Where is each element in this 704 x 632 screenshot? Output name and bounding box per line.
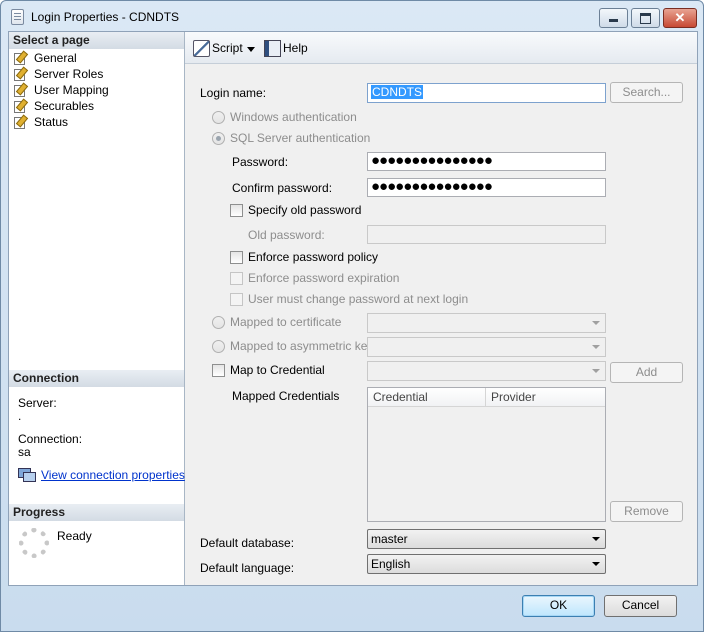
server-value: . <box>18 409 22 423</box>
window-title: Login Properties - CDNDTS <box>31 10 180 24</box>
server-label: Server: <box>18 396 57 410</box>
page-icon <box>13 98 29 113</box>
default-language-dropdown[interactable]: English <box>367 554 606 574</box>
select-page-header: Select a page <box>9 32 184 49</box>
chevron-down-icon <box>592 345 600 349</box>
progress-spinner-icon <box>19 528 49 558</box>
toolbar: Script Help <box>185 32 697 64</box>
windows-auth-radio[interactable] <box>212 111 225 124</box>
mapped-credentials-table[interactable]: Credential Provider <box>367 387 606 522</box>
connection-label: Connection: <box>18 432 83 446</box>
search-button[interactable]: Search... <box>610 82 683 103</box>
table-header: Credential Provider <box>368 388 605 407</box>
mapped-to-asym-key-label: Mapped to asymmetric key <box>230 339 374 353</box>
old-password-input[interactable] <box>367 225 606 244</box>
page-icon <box>13 50 29 65</box>
chevron-down-icon <box>592 321 600 325</box>
database-icon <box>11 9 24 25</box>
ok-button[interactable]: OK <box>522 595 595 617</box>
chevron-down-icon <box>592 537 600 541</box>
credential-dropdown[interactable] <box>367 361 606 381</box>
must-change-label: User must change password at next login <box>248 292 469 306</box>
login-properties-window: Login Properties - CDNDTS ✕ Select a pag… <box>0 0 704 632</box>
sql-auth-radio[interactable] <box>212 132 225 145</box>
enforce-policy-label: Enforce password policy <box>248 250 379 264</box>
script-icon <box>193 40 210 57</box>
minimize-button[interactable] <box>599 8 628 28</box>
page-icon <box>13 66 29 81</box>
password-input[interactable]: ●●●●●●●●●●●●●●● <box>367 152 606 171</box>
close-icon: ✕ <box>674 10 686 25</box>
map-to-credential-label: Map to Credential <box>230 363 325 377</box>
default-database-value: master <box>371 532 408 546</box>
login-name-value: CDNDTS <box>371 85 423 99</box>
general-page: Script Help Login name: CDNDTS Search...… <box>185 32 697 585</box>
enforce-policy-checkbox[interactable] <box>230 251 243 264</box>
view-connection-properties-link[interactable]: View connection properties <box>41 468 185 482</box>
page-item-label: Status <box>34 115 69 129</box>
mapped-credentials-label: Mapped Credentials <box>232 389 340 403</box>
certificate-dropdown[interactable] <box>367 313 606 333</box>
dialog-footer: OK Cancel <box>1 585 703 631</box>
column-header-credential[interactable]: Credential <box>368 388 486 406</box>
page-item-label: General <box>34 50 77 66</box>
remove-credential-button[interactable]: Remove <box>610 501 683 522</box>
login-name-label: Login name: <box>200 86 267 100</box>
mapped-to-certificate-label: Mapped to certificate <box>230 315 342 329</box>
help-icon <box>264 40 281 57</box>
chevron-down-icon <box>592 369 600 373</box>
page-icon <box>13 114 29 129</box>
dialog-client-area: Select a page General Server Roles User … <box>8 31 698 586</box>
asym-key-dropdown[interactable] <box>367 337 606 357</box>
script-button[interactable]: Script <box>212 39 243 57</box>
password-label: Password: <box>232 155 289 169</box>
default-language-label: Default language: <box>200 561 295 575</box>
close-button[interactable]: ✕ <box>663 8 697 28</box>
connection-header: Connection <box>9 370 184 387</box>
add-credential-button[interactable]: Add <box>610 362 683 383</box>
default-language-value: English <box>371 557 411 571</box>
page-icon <box>13 82 29 97</box>
specify-old-password-label: Specify old password <box>248 203 362 217</box>
specify-old-password-checkbox[interactable] <box>230 204 243 217</box>
chevron-down-icon[interactable] <box>247 47 255 52</box>
mapped-to-certificate-radio[interactable] <box>212 316 225 329</box>
page-item-label: Server Roles <box>34 67 104 81</box>
progress-status: Ready <box>57 529 92 543</box>
login-name-input[interactable]: CDNDTS <box>367 83 606 103</box>
maximize-button[interactable] <box>631 8 660 28</box>
enforce-expiration-checkbox[interactable] <box>230 272 243 285</box>
cancel-button[interactable]: Cancel <box>604 595 677 617</box>
windows-auth-label: Windows authentication <box>230 110 357 124</box>
title-bar[interactable]: Login Properties - CDNDTS ✕ <box>1 1 703 31</box>
progress-header: Progress <box>9 504 184 521</box>
column-header-provider[interactable]: Provider <box>486 388 605 406</box>
chevron-down-icon <box>592 562 600 566</box>
help-button[interactable]: Help <box>283 39 308 57</box>
page-item-label: Securables <box>34 99 95 113</box>
connection-value: sa <box>18 445 31 459</box>
connection-properties-icon <box>18 468 36 482</box>
old-password-label: Old password: <box>248 228 325 242</box>
page-item-label: User Mapping <box>34 83 109 97</box>
confirm-password-label: Confirm password: <box>232 181 333 195</box>
must-change-checkbox[interactable] <box>230 293 243 306</box>
left-pane: Select a page General Server Roles User … <box>9 32 185 585</box>
map-to-credential-checkbox[interactable] <box>212 364 225 377</box>
default-database-label: Default database: <box>200 536 295 550</box>
confirm-password-input[interactable]: ●●●●●●●●●●●●●●● <box>367 178 606 197</box>
default-database-dropdown[interactable]: master <box>367 529 606 549</box>
mapped-to-asym-key-radio[interactable] <box>212 340 225 353</box>
sql-auth-label: SQL Server authentication <box>230 131 371 145</box>
enforce-expiration-label: Enforce password expiration <box>248 271 400 285</box>
